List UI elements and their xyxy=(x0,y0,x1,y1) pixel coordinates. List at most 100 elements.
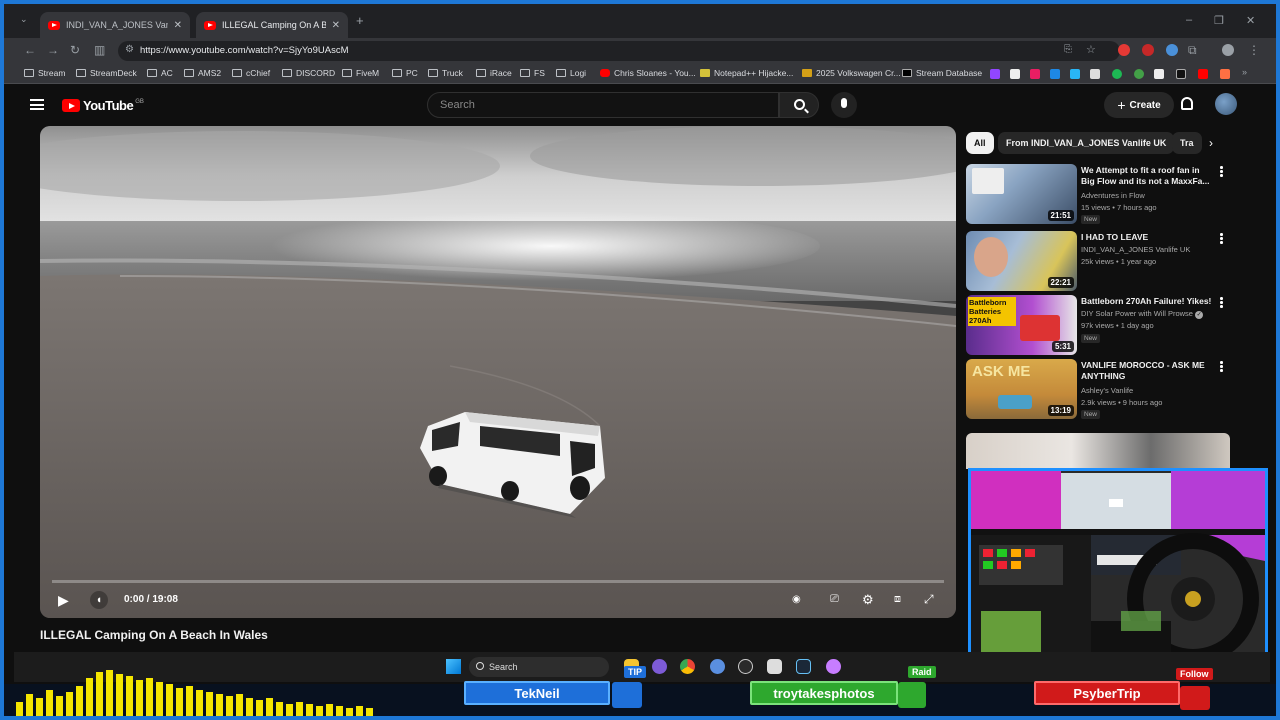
more-options-icon[interactable] xyxy=(1220,361,1223,372)
chip-from-channel[interactable]: From INDI_VAN_A_JONES Vanlife UK xyxy=(998,132,1175,154)
forward-icon[interactable]: → xyxy=(47,43,59,57)
video-player[interactable]: ▶ ◖ 0:00 / 19:08 ◉ ⎚ ⚙ ⧈ ⤢ xyxy=(40,126,956,618)
x-icon[interactable] xyxy=(1176,69,1186,79)
twitch-icon[interactable] xyxy=(990,69,1000,79)
back-icon[interactable]: ← xyxy=(24,43,36,57)
progress-bar[interactable] xyxy=(52,580,944,583)
bookmark-discord[interactable]: DISCORD xyxy=(282,68,335,78)
extension-icon[interactable] xyxy=(1118,44,1130,56)
extension-icon[interactable] xyxy=(1142,44,1154,56)
subtitles-icon[interactable]: ⎚ xyxy=(830,593,839,606)
youtube-logo[interactable]: YouTube GB xyxy=(62,98,144,113)
steam-icon[interactable] xyxy=(796,659,811,674)
bookmark-truck[interactable]: Truck xyxy=(428,68,463,78)
bookmark-notepad[interactable]: Notepad++ Hijacke... xyxy=(700,68,793,78)
search-input[interactable] xyxy=(428,93,778,117)
new-tab-icon[interactable]: + xyxy=(356,13,364,28)
chevron-right-icon[interactable]: › xyxy=(1209,136,1213,150)
voice-search-icon[interactable] xyxy=(831,92,857,118)
bookmark-icon[interactable] xyxy=(1220,69,1230,79)
menu-kebab-icon[interactable]: ⋮ xyxy=(1248,43,1260,57)
sidebar-icon[interactable]: ▥ xyxy=(94,43,105,57)
play-icon[interactable]: ▶ xyxy=(58,592,69,609)
bookmark-icon[interactable] xyxy=(1154,69,1164,79)
tab-search-icon[interactable]: ⌄ xyxy=(20,14,28,25)
tab-indi-van[interactable]: INDI_VAN_A_JONES Vanlife UK ✕ xyxy=(40,12,190,38)
chip-more[interactable]: Tra xyxy=(1172,132,1202,154)
list-item[interactable]: Battleborn Batteries 270Ah 5:31 Battlebo… xyxy=(966,295,1226,355)
close-window-icon[interactable]: ✕ xyxy=(1246,14,1255,27)
app-icon[interactable] xyxy=(767,659,782,674)
app-icon[interactable] xyxy=(652,659,667,674)
recommendation-channel[interactable]: Adventures in Flow xyxy=(1081,191,1145,200)
app-icon[interactable] xyxy=(710,659,725,674)
site-info-icon[interactable]: ⚙ xyxy=(125,44,134,55)
bookmark-icon[interactable] xyxy=(1090,69,1100,79)
more-options-icon[interactable] xyxy=(1220,233,1223,244)
minimize-icon[interactable]: – xyxy=(1186,14,1192,26)
spotify-icon[interactable] xyxy=(1112,69,1122,79)
video-thumbnail[interactable]: 22:21 xyxy=(966,231,1077,291)
chip-all[interactable]: All xyxy=(966,132,994,154)
autoplay-toggle-icon[interactable]: ◉ xyxy=(792,594,801,605)
list-item[interactable]: ASK ME 13:19 VANLIFE MOROCCO - ASK ME AN… xyxy=(966,359,1226,419)
chrome-icon[interactable] xyxy=(680,659,695,674)
app-icon[interactable] xyxy=(738,659,753,674)
taskbar-search[interactable]: Search xyxy=(469,657,609,677)
windows-start-icon[interactable] xyxy=(446,659,461,674)
notifications-bell-icon[interactable] xyxy=(1181,97,1193,110)
more-options-icon[interactable] xyxy=(1220,166,1223,177)
bookmark-ams2[interactable]: AMS2 xyxy=(184,68,221,78)
miniplayer-icon[interactable]: ⧈ xyxy=(894,593,901,606)
bookmark-icon[interactable] xyxy=(1050,69,1060,79)
close-icon[interactable]: ✕ xyxy=(174,20,182,31)
avatar[interactable] xyxy=(1215,93,1237,115)
bookmark-chris-sloanes[interactable]: Chris Sloanes - You... xyxy=(600,68,696,78)
bookmark-icon[interactable] xyxy=(1010,69,1020,79)
bookmark-icon[interactable] xyxy=(1134,69,1144,79)
fullscreen-icon[interactable]: ⤢ xyxy=(924,592,934,607)
extension-icon[interactable] xyxy=(1166,44,1178,56)
hamburger-menu-icon[interactable] xyxy=(30,99,44,110)
video-thumbnail[interactable] xyxy=(966,433,1230,469)
tab-illegal-camping[interactable]: ILLEGAL Camping On A Beach In Wales ✕ xyxy=(196,12,348,38)
bookmark-star-icon[interactable]: ☆ xyxy=(1086,43,1096,56)
reload-icon[interactable]: ↻ xyxy=(70,43,80,57)
youtube-icon[interactable] xyxy=(1198,69,1208,79)
bookmark-streamdeck[interactable]: StreamDeck xyxy=(76,68,137,78)
bookmark-ac[interactable]: AC xyxy=(147,68,173,78)
list-item[interactable]: 22:21 I HAD TO LEAVE INDI_VAN_A_JONES Va… xyxy=(966,231,1226,291)
restore-icon[interactable]: ❐ xyxy=(1214,14,1224,27)
bookmark-label: iRace xyxy=(490,68,512,78)
bookmark-cchief[interactable]: cChief xyxy=(232,68,270,78)
bookmark-fs[interactable]: FS xyxy=(520,68,545,78)
install-icon[interactable]: ⎘ xyxy=(1064,44,1072,55)
video-thumbnail[interactable]: 21:51 xyxy=(966,164,1077,224)
video-thumbnail[interactable]: Battleborn Batteries 270Ah 5:31 xyxy=(966,295,1077,355)
more-options-icon[interactable] xyxy=(1220,297,1223,308)
bookmark-irace[interactable]: iRace xyxy=(476,68,512,78)
more-bookmarks-icon[interactable]: » xyxy=(1242,67,1247,77)
volume-icon[interactable]: ◖ xyxy=(90,591,108,609)
recommendation-channel[interactable]: INDI_VAN_A_JONES Vanlife UK xyxy=(1081,245,1190,254)
bookmark-icon[interactable] xyxy=(1070,69,1080,79)
video-thumbnail[interactable]: ASK ME 13:19 xyxy=(966,359,1077,419)
close-icon[interactable]: ✕ xyxy=(332,20,340,31)
bookmark-fivem[interactable]: FiveM xyxy=(342,68,379,78)
app-icon[interactable] xyxy=(826,659,841,674)
search-button[interactable] xyxy=(779,92,819,118)
profile-icon[interactable] xyxy=(1222,44,1234,56)
bookmark-stream[interactable]: Stream xyxy=(24,68,65,78)
create-button[interactable]: + Create xyxy=(1104,92,1174,118)
bookmark-icon[interactable] xyxy=(1030,69,1040,79)
recommendation-channel[interactable]: DIY Solar Power with Will Prowse ✓ xyxy=(1081,309,1204,319)
address-bar[interactable]: ⚙ https://www.youtube.com/watch?v=SjyYo9… xyxy=(118,41,1120,61)
extensions-puzzle-icon[interactable]: ⧉ xyxy=(1188,43,1197,58)
bookmark-stream-database[interactable]: Stream Database xyxy=(902,68,982,78)
bookmark-volkswagen[interactable]: 2025 Volkswagen Cr... xyxy=(802,68,901,78)
bookmark-pc[interactable]: PC xyxy=(392,68,418,78)
bookmark-logi[interactable]: Logi xyxy=(556,68,586,78)
list-item[interactable]: 21:51 We Attempt to fit a roof fan in Bi… xyxy=(966,164,1226,224)
recommendation-channel[interactable]: Ashley's Vanlife xyxy=(1081,386,1133,395)
settings-gear-icon[interactable]: ⚙ xyxy=(862,592,874,608)
